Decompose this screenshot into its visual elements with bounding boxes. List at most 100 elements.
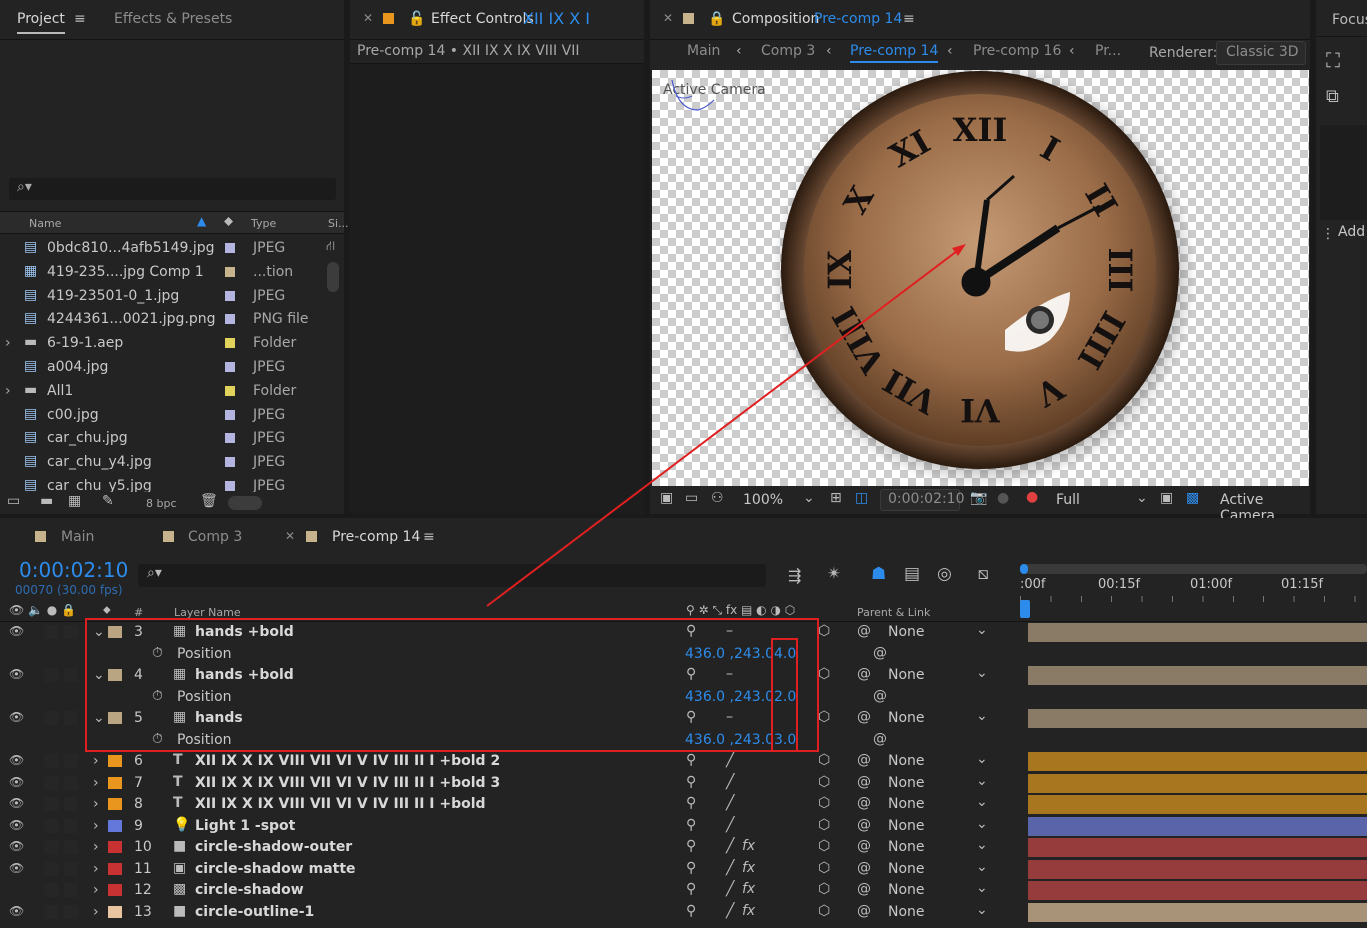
- label-swatch[interactable]: [225, 314, 235, 325]
- collapse-transform-icon[interactable]: ⚲: [686, 838, 696, 854]
- tab-precomp14[interactable]: Pre-comp 14: [332, 529, 420, 545]
- transparency-grid-icon[interactable]: ▩: [1186, 490, 1199, 506]
- expand-chevron-icon[interactable]: ›: [5, 383, 11, 399]
- timeline-menu-icon[interactable]: ≡: [423, 529, 435, 545]
- chevron-down-icon[interactable]: ⌄: [976, 794, 988, 810]
- project-item[interactable]: ▤ car_chu_y4.jpg JPEG: [0, 450, 322, 473]
- tab-effects-presets[interactable]: Effects & Presets: [114, 11, 232, 27]
- expand-chevron-icon[interactable]: ›: [93, 904, 99, 920]
- project-scrollbar[interactable]: ⛙: [326, 236, 341, 492]
- 3d-layer-icon[interactable]: ⬡: [818, 860, 830, 876]
- label-swatch[interactable]: [225, 457, 235, 468]
- parent-dropdown[interactable]: None ⌄: [880, 880, 992, 899]
- scroll-thumb[interactable]: [327, 262, 339, 292]
- layer-name[interactable]: circle-shadow: [195, 882, 304, 898]
- panel-grip-icon[interactable]: ⋮: [1321, 226, 1335, 242]
- collapse-transform-icon[interactable]: ⚲: [686, 752, 696, 768]
- layer-duration-bar[interactable]: [1028, 666, 1367, 685]
- layer-switch-box[interactable]: [44, 797, 58, 811]
- layer-name[interactable]: XII IX X IX VIII VII VI V IV III II I +b…: [195, 796, 486, 812]
- layer-row[interactable]: 👁 › 11 ▣ circle-shadow matte ⚲ ╱ fx ⬡ @ None ⌄: [0, 859, 1020, 880]
- collapse-transform-icon[interactable]: ⚲: [686, 860, 696, 876]
- layer-switch-box[interactable]: [64, 840, 78, 854]
- label-swatch[interactable]: [225, 338, 235, 349]
- breadcrumb-comp3[interactable]: Comp 3: [761, 43, 815, 59]
- layer-duration-bar[interactable]: [1028, 752, 1367, 771]
- project-item[interactable]: ▤ 419-23501-0_1.jpg JPEG: [0, 284, 322, 307]
- effect-controls-title[interactable]: Effect Controls: [431, 11, 534, 27]
- crop-icon[interactable]: ⛶: [1326, 48, 1340, 72]
- layer-row[interactable]: 👁 › 6 T XII IX X IX VIII VII VI V IV III II …: [0, 751, 1020, 772]
- resolution-dropdown[interactable]: Full: [1056, 492, 1080, 508]
- tab-project[interactable]: Project: [17, 11, 65, 34]
- layer-name[interactable]: circle-outline-1: [195, 904, 314, 920]
- label-swatch[interactable]: [225, 409, 235, 420]
- quality-switch-icon[interactable]: ╱: [726, 795, 734, 811]
- layer-switch-box[interactable]: [44, 818, 58, 833]
- layer-name[interactable]: XII IX X IX VIII VII VI V IV III II I +b…: [195, 775, 500, 791]
- eye-icon[interactable]: 👁: [9, 796, 24, 810]
- pickwhip-icon[interactable]: @: [857, 817, 871, 833]
- eye-icon[interactable]: 👁: [9, 818, 24, 832]
- collapse-transform-icon[interactable]: ⚲: [686, 881, 696, 897]
- chevron-down-icon[interactable]: ⌄: [976, 708, 988, 724]
- layer-duration-bar[interactable]: [1028, 709, 1367, 728]
- project-settings-icon[interactable]: ✎: [102, 493, 114, 509]
- chevron-down-icon[interactable]: ⌄: [1136, 490, 1148, 506]
- tab-comp3[interactable]: Comp 3: [188, 529, 242, 545]
- pickwhip-icon[interactable]: @: [857, 860, 871, 876]
- layer-row[interactable]: 👁 › 9 💡 Light 1 -spot ⚲ ╱ ⬡ @ None ⌄: [0, 816, 1020, 837]
- pickwhip-icon[interactable]: @: [857, 838, 871, 854]
- frame-blending-icon[interactable]: ▤: [904, 564, 920, 584]
- collapse-transform-icon[interactable]: ⚲: [686, 817, 696, 833]
- layer-duration-bar[interactable]: [1028, 795, 1367, 814]
- tab-main[interactable]: Main: [61, 529, 94, 545]
- work-area-bar[interactable]: [1024, 564, 1367, 574]
- parent-dropdown[interactable]: None ⌄: [880, 773, 992, 792]
- expand-chevron-icon[interactable]: ›: [93, 861, 99, 877]
- quality-switch-icon[interactable]: ╱: [726, 881, 734, 897]
- comp-flowchart-icon[interactable]: ⇶: [788, 566, 801, 585]
- pickwhip-icon[interactable]: @: [857, 666, 871, 682]
- pickwhip-icon[interactable]: @: [857, 774, 871, 790]
- 3d-layer-icon[interactable]: ⬡: [818, 903, 830, 919]
- lock-icon[interactable]: 🔓: [408, 11, 425, 27]
- layer-label-swatch[interactable]: [108, 905, 122, 918]
- parent-dropdown[interactable]: None ⌄: [880, 794, 992, 813]
- layer-name[interactable]: circle-shadow-outer: [195, 839, 352, 855]
- column-parent-link[interactable]: Parent & Link: [857, 606, 930, 619]
- expression-pickwhip-icon[interactable]: @: [873, 731, 887, 747]
- project-item[interactable]: ▦ 419-235....jpg Comp 1 ...tion: [0, 260, 322, 283]
- parent-dropdown[interactable]: None ⌄: [880, 837, 992, 856]
- reframe-icon[interactable]: ⧉: [1326, 86, 1339, 107]
- sort-ascending-icon[interactable]: ▲: [197, 214, 206, 228]
- 3d-layer-icon[interactable]: ⬡: [818, 838, 830, 854]
- chevron-down-icon[interactable]: ⌄: [976, 622, 988, 638]
- layer-duration-bar[interactable]: [1028, 838, 1367, 857]
- eye-icon[interactable]: 👁: [9, 710, 24, 724]
- project-item[interactable]: ▤ a004.jpg JPEG: [0, 355, 322, 378]
- fx-icon[interactable]: fx: [742, 903, 755, 919]
- eye-icon[interactable]: 👁: [9, 839, 24, 853]
- pickwhip-icon[interactable]: @: [857, 903, 871, 919]
- layer-switch-box[interactable]: [64, 861, 78, 876]
- graph-editor-icon[interactable]: ⧅: [978, 564, 989, 584]
- snapshot-icon[interactable]: 📷: [970, 490, 987, 506]
- label-swatch[interactable]: [225, 290, 235, 301]
- layer-duration-bar[interactable]: [1028, 816, 1367, 836]
- layer-label-swatch[interactable]: [108, 819, 122, 832]
- bpc-button[interactable]: 8 bpc: [146, 497, 177, 510]
- current-time-field[interactable]: 0:00:02:10: [880, 489, 965, 511]
- parent-dropdown[interactable]: None ⌄: [880, 751, 992, 770]
- interpret-footage-icon[interactable]: ▭: [7, 493, 20, 509]
- vr-icon[interactable]: ⚇: [711, 490, 724, 506]
- layer-switch-box[interactable]: [64, 904, 78, 919]
- lock-icon[interactable]: 🔒: [708, 11, 725, 27]
- layer-row[interactable]: 👁 › 13 ■ circle-outline-1 ⚲ ╱ fx ⬡ @ None ⌄: [0, 902, 1020, 923]
- layer-row[interactable]: 👁 › 8 T XII IX X IX VIII VII VI V IV III II …: [0, 794, 1020, 815]
- parent-dropdown[interactable]: None ⌄: [880, 859, 992, 878]
- fx-icon[interactable]: fx: [742, 838, 755, 854]
- label-tag-icon[interactable]: ⬥: [224, 214, 233, 229]
- show-snapshot-icon[interactable]: ●: [997, 490, 1009, 506]
- layer-duration-bar[interactable]: [1028, 773, 1367, 793]
